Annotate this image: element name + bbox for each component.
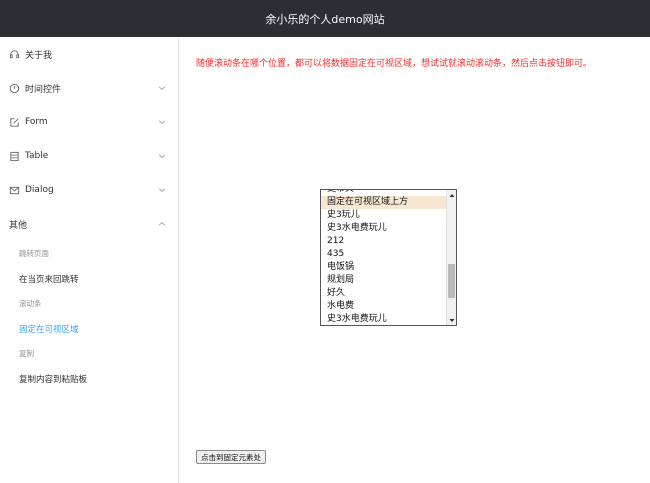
scroll-down-arrow-icon[interactable] [447,315,456,325]
chevron-up-icon [158,220,166,228]
sidebar-item-copy[interactable]: 复制内容到粘贴板 [0,366,178,391]
sidebar-item-time[interactable]: 时间控件 [0,71,178,105]
sidebar-item-label: Form [25,117,48,127]
chevron-down-icon [158,152,166,160]
sidebar-item-label: Table [25,151,49,161]
chevron-down-icon [158,186,166,194]
submenu-group-title: 跳转页面 [19,249,49,258]
scroll-up-arrow-icon[interactable] [447,190,456,200]
list-item[interactable]: 好久 [321,287,447,300]
submenu-group-title: 复制 [19,349,34,358]
sidebar-item-label: 时间控件 [25,84,62,95]
list-item[interactable]: 固定在可视区域上方 [321,196,447,209]
sidebar-item-label: 其他 [9,220,28,231]
scroll-list[interactable]: 史带关 固定在可视区域上方 史3玩儿 史3水电费玩儿 212 435 电饭锅 规划局 好久 水电费… [320,189,457,326]
list-item[interactable]: 435 [321,248,447,261]
sidebar-item-fixed-view[interactable]: 固定在可视区域 [0,316,178,341]
site-title: 余小乐的个人demo网站 [265,12,385,26]
list-item[interactable]: 史3水电费玩儿 [321,222,447,235]
clock-icon [9,83,20,94]
list-item[interactable]: 规划局 [321,274,447,287]
scrollbar-thumb[interactable] [448,264,455,299]
scrollbar[interactable] [446,190,456,325]
site-header: 余小乐的个人demo网站 [0,0,650,37]
list-item[interactable]: 史带关 [321,190,447,196]
sidebar-item-form[interactable]: Form [0,105,178,139]
edit-icon [9,117,20,128]
mail-icon [9,185,20,196]
main-content: 随便滚动条在哪个位置，都可以将数据固定在可视区域，想试试就滚动滚动条，然后点击按… [180,37,650,483]
sidebar-item-about[interactable]: 关于我 [0,37,178,71]
sidebar-item-dialog[interactable]: Dialog [0,173,178,207]
sidebar-item-label: Dialog [25,185,54,195]
list-rows: 史带关 固定在可视区域上方 史3玩儿 史3水电费玩儿 212 435 电饭锅 规划局 好久 水电费… [321,190,447,325]
list-item[interactable]: 史3水电费玩儿 [321,313,447,325]
list-item[interactable]: 电饭锅 [321,261,447,274]
list-item[interactable]: 212 [321,235,447,248]
sidebar-item-label: 关于我 [25,50,53,61]
chevron-down-icon [158,84,166,92]
chevron-down-icon [158,118,166,126]
sidebar-item-table[interactable]: Table [0,139,178,173]
scroll-to-fixed-button[interactable]: 点击到固定元素处 [196,450,266,464]
sidebar-item-other[interactable]: 其他 [0,207,178,241]
list-item[interactable]: 水电费 [321,300,447,313]
sidebar-item-jump[interactable]: 在当页来回跳转 [0,266,178,291]
headset-icon [9,49,20,60]
notice-text: 随便滚动条在哪个位置，都可以将数据固定在可视区域，想试试就滚动滚动条，然后点击按… [196,59,593,69]
table-icon [9,151,20,162]
list-item[interactable]: 史3玩儿 [321,209,447,222]
submenu-group-title: 滚动条 [19,299,42,308]
sidebar: 关于我 时间控件 Form Table Dialog 其他 跳转页面 在当页来回… [0,37,179,483]
